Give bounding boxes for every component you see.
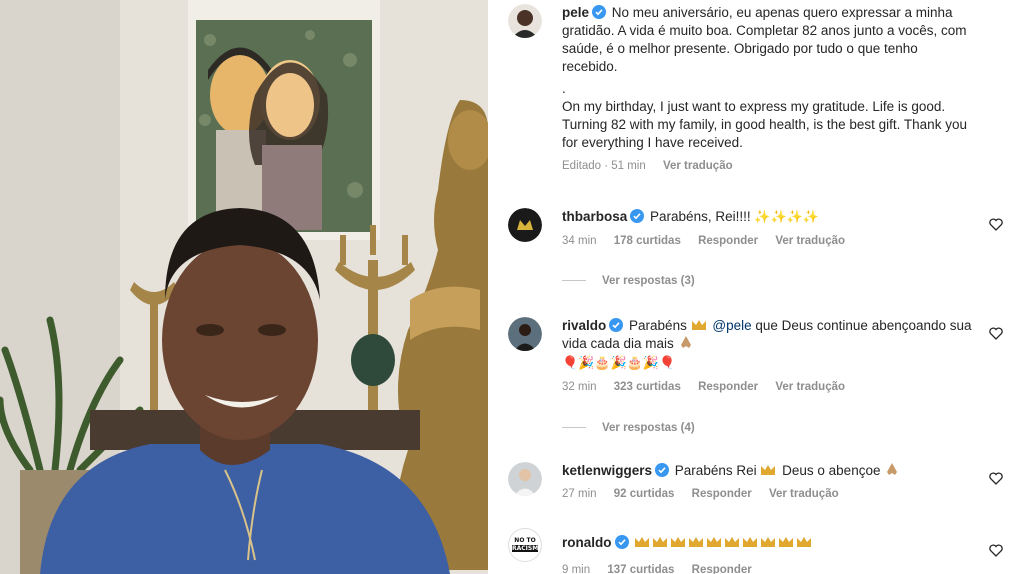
comment-avatar[interactable]	[508, 462, 542, 496]
crown-icon	[671, 537, 686, 547]
author-avatar[interactable]	[508, 4, 542, 38]
like-heart-icon[interactable]	[988, 542, 1004, 558]
comment-avatar[interactable]	[508, 208, 542, 242]
view-replies-rivaldo[interactable]: Ver respostas (4)	[562, 422, 695, 434]
instagram-post-view: pele No meu aniversário, eu apenas quero…	[0, 0, 1024, 574]
reply-button[interactable]: Responder	[698, 381, 758, 393]
comment-username[interactable]: ketlenwiggers	[562, 463, 652, 478]
comment-username[interactable]: rivaldo	[562, 318, 606, 333]
crown-icon	[635, 537, 650, 547]
comment-likes[interactable]: 137 curtidas	[607, 564, 674, 574]
verified-badge-icon	[630, 209, 645, 223]
comment-avatar[interactable]: NO TO RACISM	[508, 528, 542, 562]
post-caption: pele No meu aniversário, eu apenas quero…	[508, 4, 1004, 184]
verified-badge-icon	[614, 535, 629, 549]
view-replies-thbarbosa[interactable]: Ver respostas (3)	[562, 275, 695, 287]
verified-badge-icon	[592, 5, 607, 19]
caption-separator: .	[562, 81, 566, 96]
crown-row	[634, 535, 814, 550]
translate-link[interactable]: Ver tradução	[775, 235, 845, 247]
crown-icon	[761, 537, 776, 547]
comment-rivaldo: rivaldo Parabéns @pele que Deus continue…	[508, 317, 1004, 407]
comment-text-start: Parabéns Rei	[674, 463, 757, 478]
avatar-text-bottom: RACISM	[512, 545, 539, 552]
avatar-text-top: NO TO	[514, 537, 536, 544]
replies-divider	[562, 427, 586, 429]
post-video[interactable]	[0, 0, 488, 574]
reply-button[interactable]: Responder	[692, 488, 752, 500]
caption-english: On my birthday, I just want to express m…	[562, 99, 967, 150]
comment-text-start: Parabéns	[629, 318, 687, 333]
author-username[interactable]: pele	[562, 5, 589, 20]
translate-link[interactable]: Ver tradução	[775, 381, 845, 393]
comment-likes[interactable]: 323 curtidas	[614, 381, 681, 393]
crown-icon	[743, 537, 758, 547]
comments-panel: pele No meu aniversário, eu apenas quero…	[488, 0, 1024, 574]
crown-icon	[707, 537, 722, 547]
comment-thbarbosa: thbarbosa Parabéns, Rei!!!! ✨✨✨✨ 34 min …	[508, 208, 1004, 258]
comment-time: 27 min	[562, 488, 597, 500]
crown-icon	[725, 537, 740, 547]
crown-icon	[761, 465, 776, 475]
comment-ronaldo: NO TO RACISM ronaldo 9 min 137 curtidas …	[508, 528, 1004, 574]
comment-username[interactable]: ronaldo	[562, 535, 612, 550]
crown-icon	[689, 537, 704, 547]
praying-hands-icon	[680, 336, 691, 348]
caption-portuguese: No meu aniversário, eu apenas quero expr…	[562, 5, 967, 74]
verified-badge-icon	[655, 463, 670, 477]
like-heart-icon[interactable]	[988, 470, 1004, 486]
verified-badge-icon	[609, 318, 624, 332]
comment-ketlenwiggers: ketlenwiggers Parabéns Rei Deus o abenço…	[508, 462, 1004, 510]
praying-hands-icon	[887, 463, 898, 475]
comment-time: 34 min	[562, 235, 597, 247]
view-replies-label: Ver respostas (3)	[602, 275, 695, 287]
crown-icon	[691, 320, 706, 330]
comment-likes[interactable]: 92 curtidas	[614, 488, 675, 500]
comment-likes[interactable]: 178 curtidas	[614, 235, 681, 247]
like-heart-icon[interactable]	[988, 216, 1004, 232]
comment-text-end: Deus o abençoe	[782, 463, 881, 478]
crown-icon	[797, 537, 812, 547]
comment-time: 32 min	[562, 381, 597, 393]
comment-text: Parabéns, Rei!!!!	[650, 209, 751, 224]
mention-link[interactable]: @pele	[712, 318, 751, 333]
reply-button[interactable]: Responder	[692, 564, 752, 574]
replies-divider	[562, 280, 586, 282]
crown-icon	[779, 537, 794, 547]
view-replies-label: Ver respostas (4)	[602, 422, 695, 434]
comment-text-end: que Deus continue abençoando sua vida ca…	[562, 318, 972, 351]
like-heart-icon[interactable]	[988, 325, 1004, 341]
translate-link[interactable]: Ver tradução	[769, 488, 839, 500]
reply-button[interactable]: Responder	[698, 235, 758, 247]
comment-avatar[interactable]	[508, 317, 542, 351]
video-frame-illustration	[0, 0, 488, 574]
crown-icon	[653, 537, 668, 547]
comment-username[interactable]: thbarbosa	[562, 209, 627, 224]
emoji-line: 🎈🎉🎂🎉🎂🎉🎈	[562, 356, 676, 371]
caption-translate-link[interactable]: Ver tradução	[663, 160, 733, 172]
edited-label: Editado · 51 min	[562, 160, 646, 172]
sparkles-emoji: ✨✨✨✨	[754, 210, 820, 225]
comment-time: 9 min	[562, 564, 591, 574]
